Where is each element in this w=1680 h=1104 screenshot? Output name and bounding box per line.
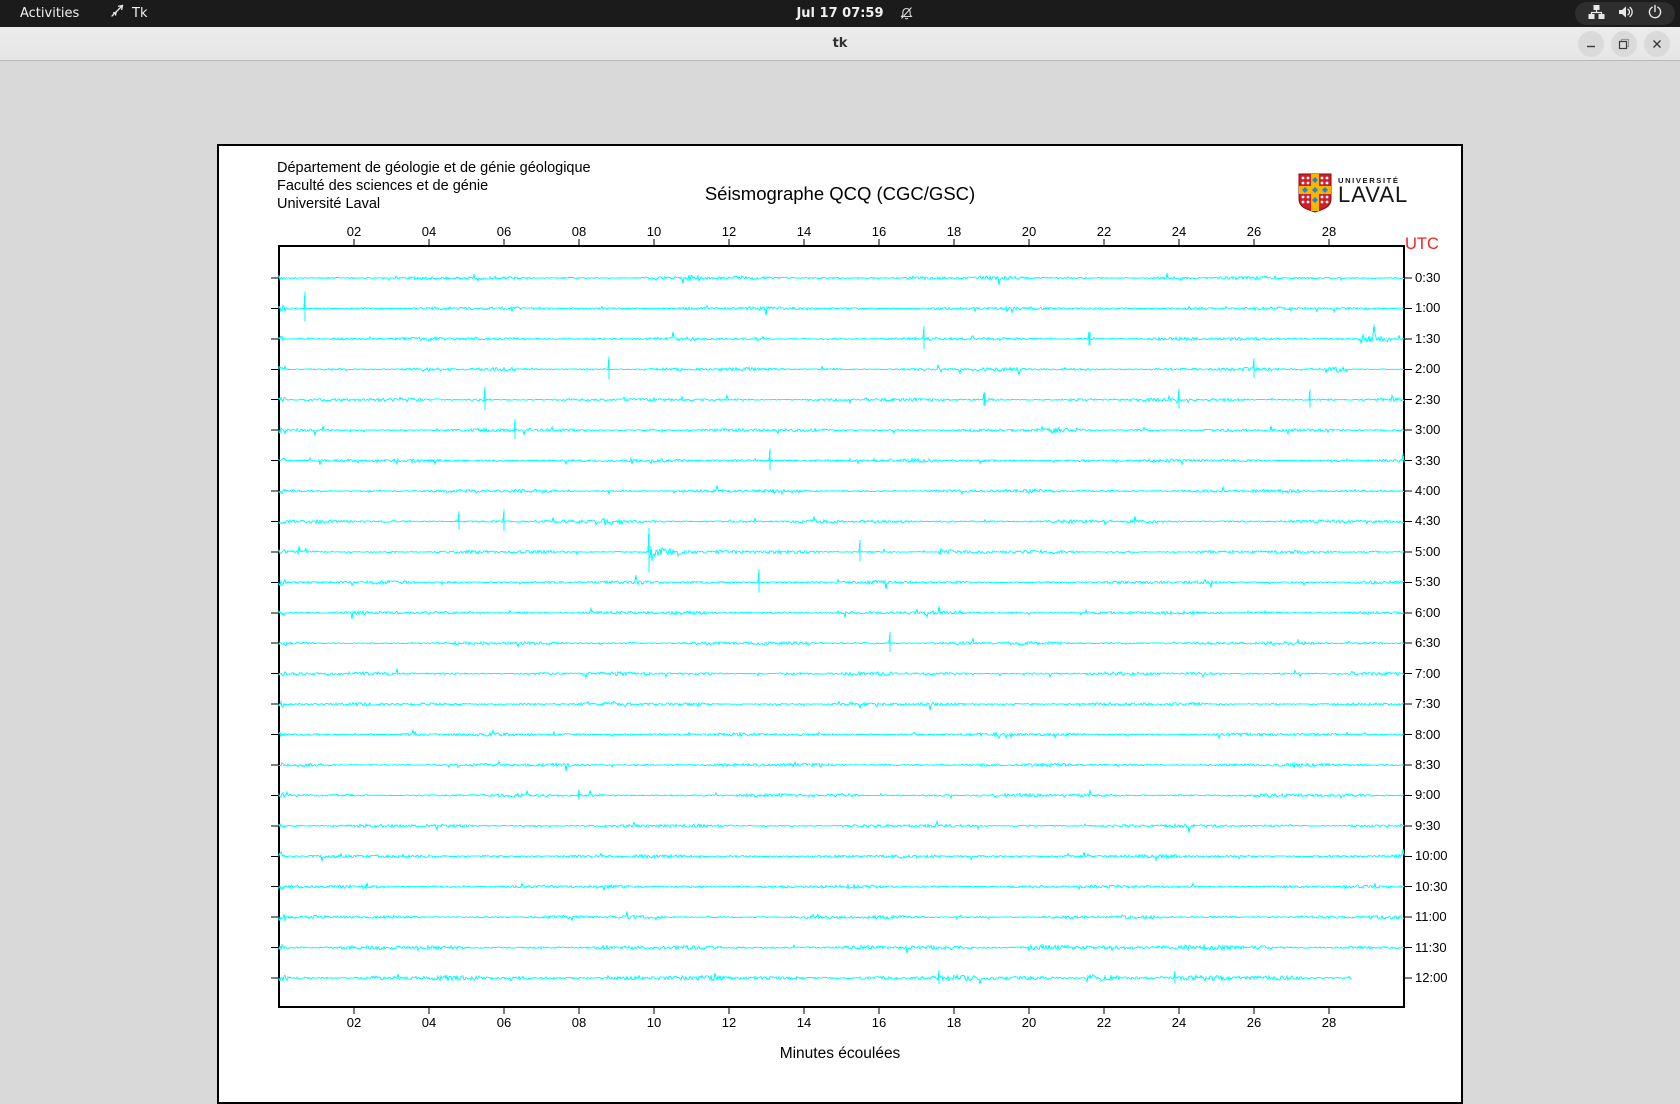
x-tick-label-top: 20 xyxy=(1014,224,1044,239)
seismic-trace xyxy=(279,356,1404,379)
seismograph-canvas: Département de géologie et de génie géol… xyxy=(217,144,1463,1104)
utc-row-label: 6:00 xyxy=(1415,605,1440,620)
x-tick-label-bottom: 04 xyxy=(414,1015,444,1030)
gnome-top-bar: Activities Tk Jul 17 07:59 xyxy=(0,0,1680,27)
seismic-trace xyxy=(279,821,1404,833)
x-tick-label-top: 26 xyxy=(1239,224,1269,239)
seismic-trace xyxy=(279,669,1404,678)
x-tick-label-top: 22 xyxy=(1089,224,1119,239)
x-tick-label-bottom: 02 xyxy=(339,1015,369,1030)
utc-row-label: 2:30 xyxy=(1415,392,1440,407)
seismic-trace xyxy=(279,291,1404,321)
utc-row-label: 1:30 xyxy=(1415,331,1440,346)
seismic-trace xyxy=(279,632,1404,652)
seismic-trace xyxy=(279,324,1404,349)
x-tick-label-top: 16 xyxy=(864,224,894,239)
desktop: { "top_bar": { "activities": "Activities… xyxy=(0,0,1680,1050)
utc-row-label: 3:00 xyxy=(1415,422,1440,437)
seismic-trace xyxy=(279,849,1404,861)
x-tick-label-bottom: 28 xyxy=(1314,1015,1344,1030)
x-tick-label-top: 14 xyxy=(789,224,819,239)
seismic-trace xyxy=(279,419,1404,439)
seismic-trace xyxy=(279,911,1404,920)
x-tick-label-bottom: 20 xyxy=(1014,1015,1044,1030)
seismic-trace xyxy=(279,528,1404,572)
volume-icon xyxy=(1617,4,1634,24)
app-window-content: Département de géologie et de génie géol… xyxy=(0,61,1680,1050)
seismic-trace xyxy=(279,730,1404,738)
seismic-trace xyxy=(279,273,1404,285)
x-tick-label-bottom: 14 xyxy=(789,1015,819,1030)
utc-row-label: 10:30 xyxy=(1415,879,1448,894)
utc-row-label: 4:00 xyxy=(1415,483,1440,498)
notifications-muted-bell-icon xyxy=(899,6,914,25)
network-icon xyxy=(1588,4,1605,24)
seismic-trace xyxy=(279,606,1404,619)
system-status-pill[interactable] xyxy=(1575,2,1675,25)
utc-row-label: 2:00 xyxy=(1415,361,1440,376)
close-button[interactable] xyxy=(1644,31,1670,57)
utc-row-label: 7:30 xyxy=(1415,696,1440,711)
seismic-trace xyxy=(279,970,1351,984)
utc-row-label: 7:00 xyxy=(1415,666,1440,681)
seismic-trace xyxy=(279,510,1404,531)
utc-row-label: 9:00 xyxy=(1415,787,1440,802)
utc-row-label: 8:00 xyxy=(1415,727,1440,742)
x-tick-label-top: 08 xyxy=(564,224,594,239)
x-tick-label-top: 10 xyxy=(639,224,669,239)
seismic-trace xyxy=(279,449,1404,470)
x-tick-label-top: 24 xyxy=(1164,224,1194,239)
seismic-trace xyxy=(279,945,1404,953)
seismic-trace xyxy=(279,485,1404,494)
utc-row-label: 11:30 xyxy=(1415,940,1447,955)
window-titlebar[interactable]: tk xyxy=(0,27,1680,61)
x-tick-label-bottom: 18 xyxy=(939,1015,969,1030)
utc-row-label: 12:00 xyxy=(1415,970,1448,985)
x-tick-label-top: 06 xyxy=(489,224,519,239)
utc-row-label: 11:00 xyxy=(1415,909,1447,924)
utc-row-label: 1:00 xyxy=(1415,300,1440,315)
utc-row-label: 5:00 xyxy=(1415,544,1440,559)
x-tick-label-bottom: 16 xyxy=(864,1015,894,1030)
seismic-trace xyxy=(279,761,1404,771)
x-tick-label-top: 28 xyxy=(1314,224,1344,239)
clock-text: Jul 17 07:59 xyxy=(796,6,883,21)
x-tick-label-bottom: 24 xyxy=(1164,1015,1194,1030)
power-icon xyxy=(1647,4,1663,24)
seismic-trace xyxy=(279,702,1404,711)
x-tick-label-bottom: 26 xyxy=(1239,1015,1269,1030)
x-tick-label-bottom: 10 xyxy=(639,1015,669,1030)
seismic-trace xyxy=(279,789,1404,800)
utc-row-label: 3:30 xyxy=(1415,453,1440,468)
x-tick-label-top: 12 xyxy=(714,224,744,239)
seismic-trace xyxy=(279,569,1404,592)
minimize-button[interactable] xyxy=(1578,31,1604,57)
utc-row-label: 4:30 xyxy=(1415,513,1440,528)
utc-row-label: 9:30 xyxy=(1415,818,1440,833)
seismograph-plot xyxy=(219,146,1461,1102)
window-title: tk xyxy=(0,27,1680,60)
seismic-trace xyxy=(279,883,1404,891)
utc-row-label: 5:30 xyxy=(1415,574,1440,589)
x-tick-label-top: 04 xyxy=(414,224,444,239)
x-tick-label-top: 18 xyxy=(939,224,969,239)
utc-row-label: 8:30 xyxy=(1415,757,1440,772)
x-tick-label-bottom: 22 xyxy=(1089,1015,1119,1030)
utc-row-label: 0:30 xyxy=(1415,270,1440,285)
x-tick-label-bottom: 08 xyxy=(564,1015,594,1030)
x-tick-label-bottom: 12 xyxy=(714,1015,744,1030)
x-tick-label-bottom: 06 xyxy=(489,1015,519,1030)
maximize-button[interactable] xyxy=(1611,31,1637,57)
x-tick-label-top: 02 xyxy=(339,224,369,239)
utc-row-label: 6:30 xyxy=(1415,635,1440,650)
seismic-trace xyxy=(279,387,1404,410)
clock-button[interactable]: Jul 17 07:59 xyxy=(0,0,1680,27)
utc-row-label: 10:00 xyxy=(1415,848,1448,863)
